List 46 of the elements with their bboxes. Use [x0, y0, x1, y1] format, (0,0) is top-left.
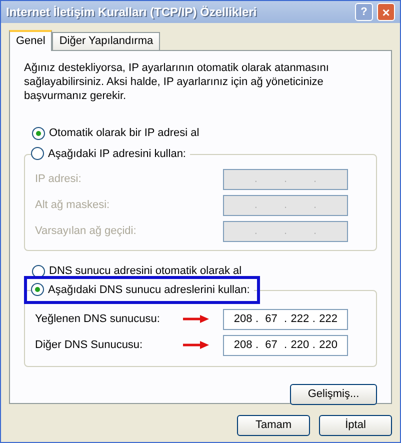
octet-value: 208	[234, 338, 252, 353]
octet-separator: .	[314, 172, 317, 187]
field-label: Varsayılan ağ geçidi:	[35, 224, 138, 239]
radio-label[interactable]: Aşağıdaki DNS sunucu adreslerini kullan:	[48, 282, 250, 298]
octet-value: 222	[319, 312, 338, 327]
field-label: Diğer DNS Sunucusu:	[35, 338, 144, 353]
radio-button[interactable]	[32, 264, 45, 278]
octet-separator: .	[284, 338, 288, 353]
octet-separator: .	[256, 338, 259, 353]
octet-separator: .	[312, 338, 316, 353]
radio-button[interactable]	[31, 147, 44, 160]
field-label: Alt ağ maskesi:	[35, 198, 111, 213]
octet-separator: .	[254, 198, 258, 213]
tab[interactable]: Diğer Yapılandırma	[52, 32, 160, 50]
radio-label[interactable]: DNS sunucu adresini otomatik olarak al	[49, 263, 242, 280]
close-button[interactable]: ×	[377, 3, 395, 21]
octet-value: 220	[290, 338, 309, 353]
description-text: Ağınız destekliyorsa, IP ayarlarının otomatik olarak atanmasını sağlayabilirsiniz. Aksi halde, IP ayarlarınız için ağ yöneticinize başvurmanız gerekir.	[24, 61, 330, 103]
octet-separator: .	[314, 224, 317, 239]
radio-label[interactable]: Otomatik olarak bir IP adresi al	[49, 125, 200, 142]
dialog-button[interactable]: İptal	[319, 415, 392, 436]
field-label: Yeğlenen DNS sunucusu:	[35, 312, 161, 327]
ip-address-field[interactable]: 208 . 67 . 220 . 220	[223, 334, 348, 356]
octet-separator: .	[254, 172, 258, 187]
octet-value: 220	[319, 338, 338, 353]
radio-label[interactable]: Aşağıdaki IP adresini kullan:	[48, 146, 186, 162]
octet-separator: .	[314, 198, 317, 213]
octet-separator: .	[284, 172, 287, 187]
octet-separator: .	[254, 224, 258, 239]
radio-button[interactable]	[32, 126, 45, 140]
octet-separator: .	[312, 312, 316, 327]
field-label: IP adresi:	[35, 172, 82, 187]
octet-separator: .	[284, 224, 287, 239]
ip-address-field[interactable]: 208 . 67 . 222 . 222	[223, 308, 348, 330]
octet-value: 67	[264, 312, 278, 327]
octet-value: 208	[234, 312, 252, 327]
window-title: Internet İletişim Kuralları (TCP/IP) Özellikleri	[6, 4, 258, 21]
dialog-button[interactable]: Tamam	[237, 415, 310, 436]
radio-button[interactable]	[31, 283, 44, 296]
tab[interactable]: Genel	[9, 30, 52, 51]
octet-separator: .	[256, 312, 259, 327]
octet-separator: .	[284, 198, 287, 213]
octet-value: 222	[290, 312, 309, 327]
octet-separator: .	[284, 312, 288, 327]
dialog-button[interactable]: Gelişmiş...	[290, 384, 377, 405]
octet-value: 67	[264, 338, 278, 353]
